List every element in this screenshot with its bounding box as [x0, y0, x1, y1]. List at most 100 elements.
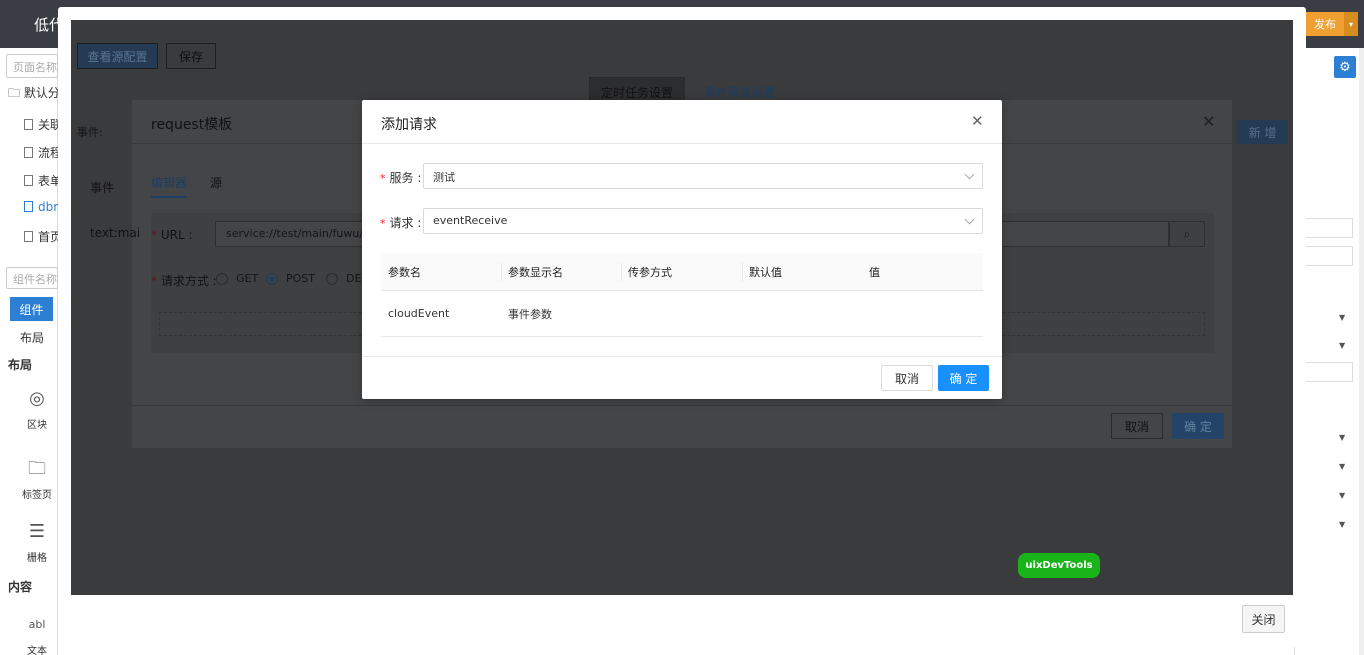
tab-source[interactable]: 源	[210, 174, 222, 191]
page-group-default[interactable]: 🗀 默认分	[8, 84, 60, 105]
tab-components[interactable]: 组件	[10, 297, 53, 321]
publish-button[interactable]: 发布 ▾	[1306, 12, 1358, 36]
divider	[362, 356, 1002, 357]
column-header: 参数名	[388, 265, 421, 279]
column-header: 参数显示名	[501, 253, 563, 290]
event-tab-label[interactable]: 事件	[90, 179, 114, 196]
chevron-down-icon[interactable]: ▼	[1339, 491, 1345, 500]
property-field[interactable]	[1305, 362, 1353, 382]
chevron-down-icon[interactable]: ▼	[1339, 341, 1345, 350]
grid-icon: ☰	[28, 521, 46, 542]
component-block[interactable]: ◎ 区块	[12, 388, 62, 431]
service-label: * 服务 :	[380, 171, 422, 185]
close-icon[interactable]: ✕	[971, 112, 984, 130]
component-search-input[interactable]: 组件名称	[6, 267, 58, 289]
page-item-label: 关联	[38, 118, 58, 132]
close-icon[interactable]: ✕	[1202, 112, 1215, 131]
request-value: eventReceive	[433, 214, 508, 227]
publish-dropdown-icon[interactable]: ▾	[1344, 12, 1358, 36]
param-name-cell: cloudEvent	[388, 307, 450, 320]
chevron-down-icon	[964, 169, 975, 180]
page-item-label: 首页	[38, 230, 58, 244]
service-select[interactable]: 测试	[423, 163, 983, 189]
chevron-down-icon[interactable]: ▼	[1339, 520, 1345, 529]
request-row: * 请求 : eventReceive	[362, 208, 1002, 235]
param-default-cell[interactable]	[742, 291, 749, 336]
page-icon	[24, 175, 33, 186]
cancel-button[interactable]: 取消	[881, 365, 933, 391]
page-icon	[24, 231, 33, 242]
radio-checked-icon	[266, 272, 278, 285]
page-icon	[24, 147, 33, 158]
devtools-button[interactable]: uixDevTools	[1018, 553, 1100, 578]
event-label: 事件:	[77, 126, 103, 139]
method-label: * 请求方式 :	[151, 274, 217, 288]
folder-icon: 🗀	[8, 86, 24, 100]
chevron-down-icon	[964, 214, 975, 225]
request-label: * 请求 :	[380, 216, 422, 230]
page-group-label: 默认分	[23, 86, 60, 100]
page-item-active[interactable]: dbr	[24, 200, 58, 214]
column-header: 默认值	[742, 253, 782, 290]
tab-layout[interactable]: 布局	[20, 329, 44, 346]
component-label: 文本	[27, 646, 47, 655]
component-label: 标签页	[22, 490, 52, 501]
url-label: * URL :	[151, 228, 193, 242]
page-item-label: 表单	[38, 174, 58, 188]
method-radio-get[interactable]: GET	[216, 272, 258, 285]
service-row: * 服务 : 测试	[362, 163, 1002, 190]
chevron-down-icon[interactable]: ▼	[1339, 462, 1345, 471]
dialog-title: request模板	[151, 117, 233, 133]
confirm-button[interactable]: 确 定	[1172, 413, 1224, 439]
folder-icon: 🗀	[28, 458, 46, 479]
table-header: 参数名 参数显示名 传参方式 默认值 值	[381, 253, 983, 291]
dialog-header: 添加请求 ✕	[362, 100, 1002, 144]
view-source-button[interactable]: 查看源配置	[77, 43, 158, 69]
page-icon	[24, 119, 33, 130]
gear-icon[interactable]: ⚙	[1334, 56, 1356, 78]
cancel-button[interactable]: 取消	[1111, 413, 1163, 439]
component-tabs[interactable]: 🗀 标签页	[12, 458, 62, 501]
page-item[interactable]: 关联	[24, 116, 58, 133]
divider	[132, 405, 1232, 406]
component-label: 区块	[27, 420, 47, 431]
page-item-label: dbr	[38, 200, 58, 214]
save-button[interactable]: 保存	[166, 43, 216, 69]
component-label: 栅格	[27, 553, 47, 564]
add-request-dialog: 添加请求 ✕ * 服务 : 测试 * 请求 : eventReceive 参数名 参…	[362, 100, 1002, 399]
page-item[interactable]: 首页	[24, 228, 58, 245]
chevron-down-icon[interactable]: ▼	[1339, 433, 1345, 442]
param-table: 参数名 参数显示名 传参方式 默认值 值 cloudEvent 事件参数	[381, 253, 983, 337]
event-text-label: text:mai	[90, 226, 141, 240]
tab-editor[interactable]: 编辑器	[151, 174, 188, 198]
scrollbar[interactable]	[1359, 48, 1364, 655]
page-search-input[interactable]: 页面名称	[6, 54, 58, 78]
component-grid[interactable]: ☰ 栅格	[12, 521, 62, 564]
add-new-button[interactable]: 新 增	[1237, 120, 1288, 144]
text-icon: abl	[28, 618, 46, 631]
page-icon	[24, 201, 33, 212]
column-header: 值	[869, 265, 880, 279]
service-value: 测试	[433, 171, 455, 184]
page-item-label: 流程	[38, 146, 58, 160]
property-field[interactable]	[1305, 218, 1353, 238]
param-mode-cell[interactable]	[621, 291, 628, 336]
param-value-cell[interactable]	[862, 291, 869, 336]
page-item[interactable]: 流程	[24, 144, 58, 161]
confirm-button[interactable]: 确 定	[938, 365, 989, 391]
search-icon[interactable]: ⌕	[1169, 221, 1205, 247]
method-radio-post[interactable]: POST	[266, 272, 315, 285]
request-select[interactable]: eventReceive	[423, 208, 983, 234]
section-layout-title: 布局	[8, 358, 33, 372]
column-header: 传参方式	[621, 253, 672, 290]
left-panel: 页面名称 🗀 默认分 关联 流程 表单 dbr 首页 组件名称 组件 布局 布局…	[0, 48, 60, 655]
property-field[interactable]	[1305, 246, 1353, 266]
close-button[interactable]: 关闭	[1242, 605, 1285, 633]
page-item[interactable]: 表单	[24, 172, 58, 189]
section-content-title: 内容	[8, 580, 33, 594]
chevron-down-icon[interactable]: ▼	[1339, 313, 1345, 322]
component-text[interactable]: abl 文本	[12, 614, 62, 655]
table-row[interactable]: cloudEvent 事件参数	[381, 291, 983, 337]
block-icon: ◎	[29, 388, 45, 409]
param-display-cell: 事件参数	[508, 307, 552, 321]
